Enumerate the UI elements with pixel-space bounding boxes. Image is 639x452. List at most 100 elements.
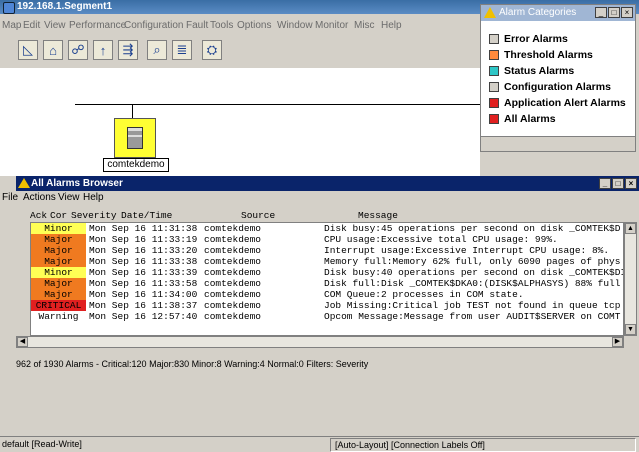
message-cell: Interrupt usage:Excessive Interrupt CPU … <box>324 245 610 256</box>
source-cell: comtekdemo <box>204 245 262 256</box>
datetime-cell: Mon Sep 16 11:33:19 <box>89 234 198 245</box>
category-color-swatch <box>489 114 499 124</box>
left-margin <box>0 176 16 376</box>
table-row[interactable]: Major Mon Sep 16 11:33:20 comtekdemo Interr… <box>31 245 623 256</box>
minimize-button[interactable]: _ <box>599 178 611 189</box>
datetime-cell: Mon Sep 16 11:38:37 <box>89 300 198 311</box>
severity-cell: Minor <box>31 267 86 278</box>
category-color-swatch <box>489 82 499 92</box>
table-row[interactable]: Warning Mon Sep 16 12:57:40 comtekdemo Opco… <box>31 311 623 322</box>
message-cell: Disk busy:40 operations per second on di… <box>324 267 624 278</box>
source-cell: comtekdemo <box>204 278 262 289</box>
maximize-button[interactable]: □ <box>612 178 624 189</box>
header-cor[interactable]: Cor <box>50 210 67 221</box>
category-color-swatch <box>489 50 499 60</box>
warning-icon <box>484 7 496 18</box>
severity-cell: Major <box>31 256 86 267</box>
main-window-title: 192.168.1.Segment1 <box>17 1 113 12</box>
table-row[interactable]: Minor Mon Sep 16 11:33:39 comtekdemo Disk b… <box>31 267 623 278</box>
header-message[interactable]: Message <box>358 210 398 221</box>
network-app-icon <box>3 2 15 14</box>
minimize-button[interactable]: _ <box>595 7 607 18</box>
source-cell: comtekdemo <box>204 289 262 300</box>
alarm-categories-title: Alarm Categories <box>499 7 577 18</box>
mode-status: default [Read-Write] <box>2 439 82 449</box>
close-button[interactable]: × <box>625 178 637 189</box>
datetime-cell: Mon Sep 16 11:31:38 <box>89 223 198 234</box>
home-icon[interactable]: ⌂ <box>43 40 63 60</box>
main-status-bar: default [Read-Write] [Auto-Layout] [Conn… <box>0 436 639 452</box>
menu-edit[interactable]: Edit <box>23 20 40 31</box>
menu-tools[interactable]: Tools <box>210 20 233 31</box>
up-arrow-icon[interactable]: ↑ <box>93 40 113 60</box>
node-connection-line <box>132 105 133 118</box>
header-datetime[interactable]: Date/Time <box>121 210 172 221</box>
close-button[interactable]: × <box>621 7 633 18</box>
datetime-cell: Mon Sep 16 12:57:40 <box>89 311 198 322</box>
scroll-left-icon[interactable]: ◀ <box>17 337 28 347</box>
menu-configuration[interactable]: Configuration <box>124 20 183 31</box>
menu-actions[interactable]: Actions <box>23 192 56 203</box>
vertical-scrollbar[interactable]: ▲ ▼ <box>624 222 637 336</box>
main-menu-bar: Map Edit View Performance Configuration … <box>0 18 480 32</box>
table-row[interactable]: CRITICAL Mon Sep 16 11:38:37 comtekdemo Job… <box>31 300 623 311</box>
header-severity[interactable]: Severity <box>71 210 117 221</box>
severity-cell: Major <box>31 234 86 245</box>
message-cell: CPU usage:Excessive total CPU usage: 99%… <box>324 234 558 245</box>
menu-options[interactable]: Options <box>237 20 271 31</box>
table-row[interactable]: Major Mon Sep 16 11:33:19 comtekdemo CPU us… <box>31 234 623 245</box>
network-icon[interactable]: ⛭ <box>202 40 222 60</box>
menu-performance[interactable]: Performance <box>69 20 126 31</box>
alarm-summary-status: 962 of 1930 Alarms - Critical:120 Major:… <box>16 357 639 371</box>
list-icon[interactable]: ≣ <box>172 40 192 60</box>
node-label[interactable]: comtekdemo <box>103 158 169 172</box>
category-color-swatch <box>489 98 499 108</box>
resize-grip[interactable] <box>481 136 635 151</box>
menu-file[interactable]: File <box>2 192 18 203</box>
header-source[interactable]: Source <box>241 210 275 221</box>
search-icon[interactable]: ⌕ <box>147 40 167 60</box>
table-row[interactable]: Major Mon Sep 16 11:33:38 comtekdemo Memory… <box>31 256 623 267</box>
ruler-icon[interactable]: ◺ <box>18 40 38 60</box>
topology-icon[interactable]: ☍ <box>68 40 88 60</box>
scroll-up-icon[interactable]: ▲ <box>625 223 636 234</box>
maximize-button[interactable]: □ <box>608 7 620 18</box>
menu-monitor[interactable]: Monitor <box>315 20 348 31</box>
segment-line <box>75 104 480 105</box>
category-label: Application Alert Alarms <box>504 97 626 109</box>
node-comtekdemo[interactable] <box>114 118 156 158</box>
menu-window[interactable]: Window <box>277 20 313 31</box>
menu-help[interactable]: Help <box>381 20 402 31</box>
alarm-table-header: Ack Cor Severity Date/Time Source Messag… <box>16 210 626 222</box>
menu-map[interactable]: Map <box>2 20 21 31</box>
scroll-right-icon[interactable]: ▶ <box>612 337 623 347</box>
datetime-cell: Mon Sep 16 11:34:00 <box>89 289 198 300</box>
horizontal-scrollbar[interactable]: ◀ ▶ <box>16 336 624 348</box>
severity-cell: Minor <box>31 223 86 234</box>
table-row[interactable]: Minor Mon Sep 16 11:31:38 comtekdemo Disk b… <box>31 223 623 234</box>
map-canvas[interactable] <box>0 68 480 176</box>
source-cell: comtekdemo <box>204 300 262 311</box>
menu-view[interactable]: View <box>58 192 80 203</box>
severity-cell: CRITICAL <box>31 300 86 311</box>
category-label: Configuration Alarms <box>504 81 611 93</box>
connect-icon[interactable]: ⇶ <box>118 40 138 60</box>
source-cell: comtekdemo <box>204 311 262 322</box>
severity-cell: Major <box>31 278 86 289</box>
message-cell: Disk busy:45 operations per second on di… <box>324 223 621 234</box>
message-cell: Disk full:Disk _COMTEK$DKA0:(DISK$ALPHAS… <box>324 278 621 289</box>
message-cell: Memory full:Memory 62% full, only 6090 p… <box>324 256 621 267</box>
datetime-cell: Mon Sep 16 11:33:39 <box>89 267 198 278</box>
table-row[interactable]: Major Mon Sep 16 11:33:58 comtekdemo Disk f… <box>31 278 623 289</box>
datetime-cell: Mon Sep 16 11:33:58 <box>89 278 198 289</box>
menu-help[interactable]: Help <box>83 192 104 203</box>
server-icon <box>127 127 143 149</box>
all-alarms-browser-window: All Alarms Browser _ □ × File Actions Vi… <box>2 176 639 372</box>
table-row[interactable]: Major Mon Sep 16 11:34:00 comtekdemo COM Qu… <box>31 289 623 300</box>
menu-misc[interactable]: Misc <box>354 20 375 31</box>
header-ack[interactable]: Ack <box>30 210 47 221</box>
category-label: Threshold Alarms <box>504 49 593 61</box>
menu-view[interactable]: View <box>44 20 66 31</box>
scroll-down-icon[interactable]: ▼ <box>625 324 636 335</box>
menu-fault[interactable]: Fault <box>186 20 208 31</box>
